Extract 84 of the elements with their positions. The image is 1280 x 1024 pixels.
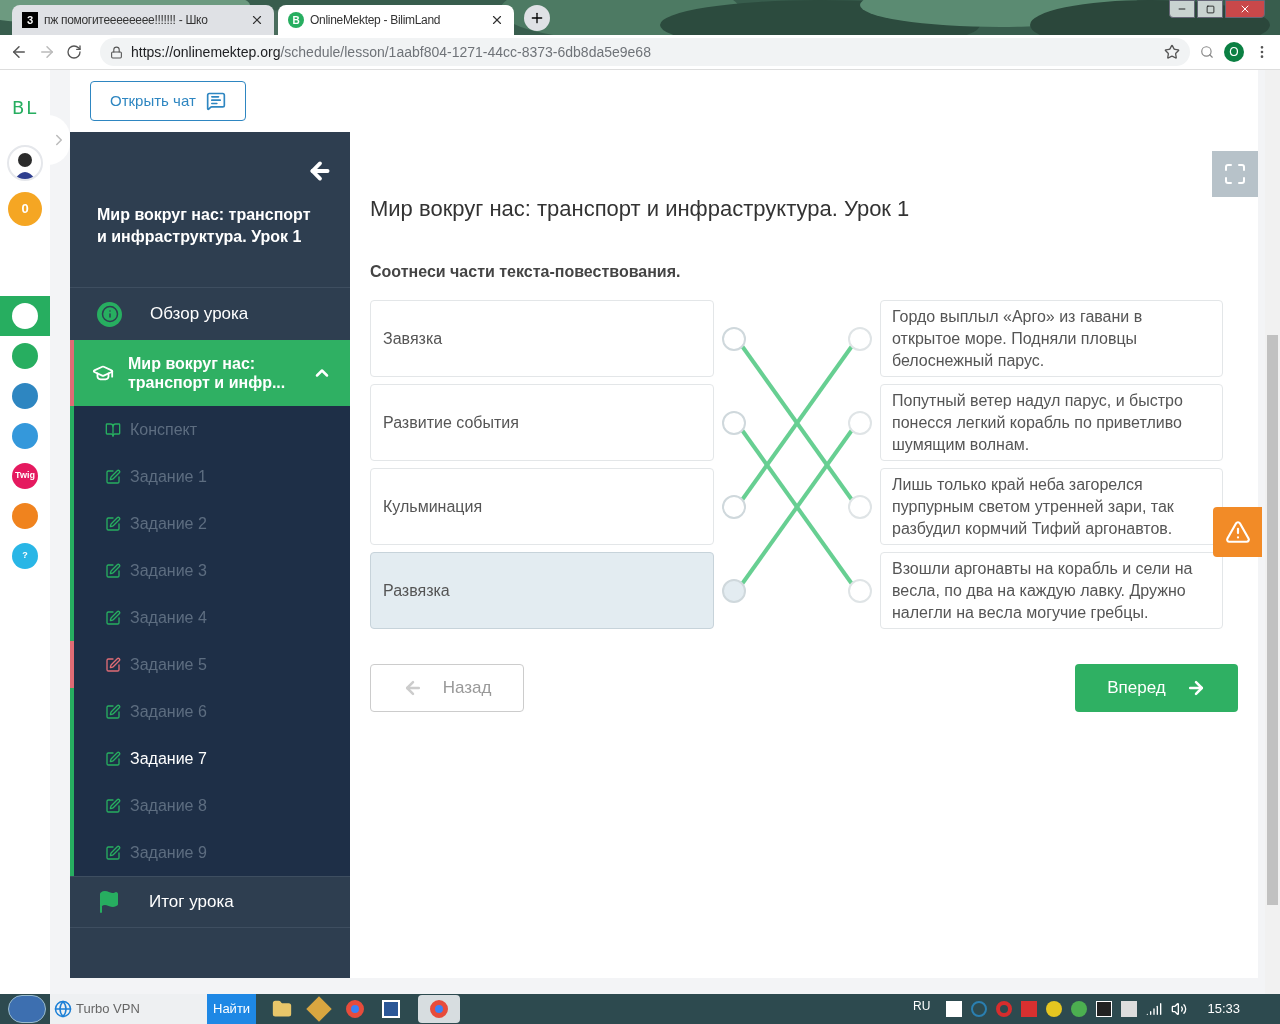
match-option[interactable]: Кульминация	[370, 468, 714, 545]
search-button[interactable]: Найти	[207, 994, 257, 1024]
match-text[interactable]: Взошли аргонавты на корабль и сели на весла, по два на каждую лавку. Дружно налегли на весла могучие гребцы.	[880, 552, 1223, 629]
match-text[interactable]: Лишь только край неба загорелся пурпурным светом утренней зари, так разбудил кормчий Тифий аргонавтов.	[880, 468, 1223, 545]
connector-dot[interactable]	[722, 579, 746, 603]
maximize-icon	[1205, 4, 1215, 14]
coin-counter: 0	[8, 192, 42, 226]
url-text: https://onlinemektep.org/schedule/lesson/1aabf804-1271-44cc-8373-6db8da5e9e68	[131, 42, 652, 62]
connector-dot[interactable]	[722, 327, 746, 351]
app-item[interactable]: Twig	[0, 456, 50, 496]
forward-icon[interactable]	[38, 43, 56, 61]
flag-icon	[97, 890, 121, 914]
section-header[interactable]: Мир вокруг нас: транспорт и инфр...	[70, 340, 350, 406]
volume-icon[interactable]	[1171, 1001, 1188, 1017]
edit-icon	[105, 797, 121, 814]
open-chat-button[interactable]: Открыть чат	[90, 81, 246, 121]
tab-title: OnlineMektep - BilimLand	[310, 12, 442, 29]
match-text[interactable]: Гордо выплыл «Арго» из гавани в открытое море. Подняли пловцы белоснежный парус.	[880, 300, 1223, 377]
edit-icon	[105, 562, 121, 579]
back-icon[interactable]	[10, 43, 28, 61]
edit-icon	[105, 703, 121, 720]
site-icon: З	[22, 12, 38, 28]
edit-icon	[105, 468, 121, 485]
sidebar-title: Мир вокруг нас: транспорт и инфраструктура. Урок 1	[97, 205, 312, 247]
edit-icon	[105, 609, 121, 626]
browser-tab[interactable]: B OnlineMektep - BilimLand	[278, 5, 514, 35]
chat-icon	[205, 91, 226, 111]
back-button[interactable]: Назад	[370, 664, 524, 712]
address-field[interactable]: https://onlinemektep.org/schedule/lesson/1aabf804-1271-44cc-8373-6db8da5e9e68	[100, 38, 1190, 66]
close-icon[interactable]	[250, 13, 264, 27]
warning-icon	[1224, 519, 1251, 545]
app-item[interactable]	[0, 296, 50, 336]
close-button[interactable]	[1225, 0, 1265, 18]
connector-dot[interactable]	[722, 411, 746, 435]
language-indicator[interactable]: RU	[913, 997, 931, 1015]
section-title: Мир вокруг нас: транспорт и инфр...	[128, 354, 287, 392]
connector-dot[interactable]	[848, 327, 872, 351]
next-button[interactable]: Вперед	[1075, 664, 1238, 712]
tray-icon[interactable]	[1121, 1001, 1138, 1017]
match-option[interactable]: Развитие события	[370, 384, 714, 461]
edit-icon	[105, 515, 121, 532]
overview-item[interactable]: Обзор урока	[70, 288, 350, 340]
lesson-title: Мир вокруг нас: транспорт и инфраструктура. Урок 1	[370, 195, 911, 223]
edit-icon	[105, 844, 121, 861]
connector-dot[interactable]	[848, 579, 872, 603]
edit-icon	[105, 750, 121, 767]
start-button[interactable]	[8, 995, 46, 1023]
folder-icon[interactable]	[272, 999, 293, 1019]
reload-icon[interactable]	[66, 44, 82, 60]
close-icon[interactable]	[490, 13, 504, 27]
connector-dot[interactable]	[722, 495, 746, 519]
edit-icon	[105, 656, 121, 673]
browser-tab[interactable]: З пж помогитееееееее!!!!!!! - Шко	[12, 5, 274, 35]
connector-dot[interactable]	[848, 411, 872, 435]
instruction-text: Соотнеси части текста-повествования.	[370, 262, 682, 282]
app-label: Twig	[15, 469, 35, 483]
avatar[interactable]	[7, 145, 43, 181]
signal-icon[interactable]	[1146, 1001, 1163, 1017]
site-icon: B	[288, 12, 304, 28]
fullscreen-button[interactable]	[1212, 151, 1258, 197]
info-icon	[97, 301, 122, 327]
match-option[interactable]: Развязка	[370, 552, 714, 629]
scrollbar[interactable]	[1265, 70, 1280, 994]
maximize-button[interactable]	[1197, 0, 1223, 18]
profile-avatar[interactable]: O	[1224, 42, 1244, 62]
close-icon	[1239, 3, 1251, 15]
app-label: ?	[22, 549, 28, 563]
match-option[interactable]: Завязка	[370, 300, 714, 377]
book-icon	[105, 421, 121, 438]
summary-item[interactable]: Итог урока	[70, 876, 350, 928]
tray-icon[interactable]	[946, 1001, 963, 1017]
connector-dot[interactable]	[848, 495, 872, 519]
bookmark-star-icon[interactable]	[1164, 44, 1180, 60]
minimize-button[interactable]	[1169, 0, 1195, 18]
match-text[interactable]: Попутный ветер надул парус, и быстро понесся легкий корабль по приветливо шумящим волнам.	[880, 384, 1223, 461]
plus-icon	[529, 10, 545, 26]
lock-icon	[110, 45, 123, 59]
fullscreen-icon	[1223, 162, 1247, 186]
logo[interactable]: BL	[12, 94, 38, 121]
browser-icon	[54, 1000, 72, 1018]
tab-title: пж помогитееееееее!!!!!!! - Шко	[44, 12, 209, 29]
clock[interactable]: 15:33	[1207, 999, 1240, 1019]
search-icon[interactable]	[1200, 45, 1214, 59]
report-button[interactable]	[1213, 507, 1262, 557]
